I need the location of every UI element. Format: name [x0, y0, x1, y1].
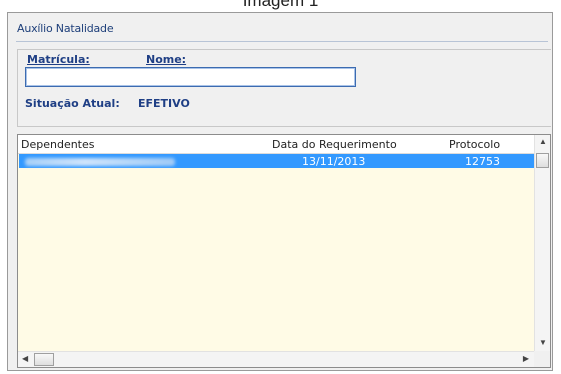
- scroll-right-arrow-icon[interactable]: ▶: [523, 355, 529, 363]
- title-divider: [16, 41, 548, 42]
- horizontal-scrollbar[interactable]: ◀ ▶: [18, 351, 535, 367]
- scroll-up-arrow-icon[interactable]: ▲: [539, 138, 547, 146]
- list-header: Dependentes Data do Requerimento Protoco…: [18, 135, 535, 154]
- matricula-label: Matrícula:: [27, 53, 90, 66]
- matricula-input[interactable]: [25, 67, 356, 87]
- column-header-dependentes[interactable]: Dependentes: [21, 138, 95, 151]
- column-header-protocolo[interactable]: Protocolo: [449, 138, 500, 151]
- window-title: Auxílio Natalidade: [17, 22, 114, 35]
- column-header-data-requerimento[interactable]: Data do Requerimento: [272, 138, 397, 151]
- cell-protocolo: 12753: [465, 155, 500, 168]
- auxilio-natalidade-window: Auxílio Natalidade Matrícula: Nome: Situ…: [7, 12, 553, 371]
- situacao-label: Situação Atual:: [25, 97, 120, 110]
- scroll-down-arrow-icon[interactable]: ▼: [539, 339, 547, 347]
- situacao-value: EFETIVO: [138, 97, 190, 110]
- horizontal-scroll-thumb[interactable]: [34, 353, 54, 366]
- nome-label: Nome:: [146, 53, 187, 66]
- vertical-scroll-thumb[interactable]: [536, 153, 549, 168]
- cell-data-requerimento: 13/11/2013: [302, 155, 366, 168]
- employee-groupbox: [17, 49, 551, 127]
- vertical-scrollbar[interactable]: ▲ ▼: [534, 135, 550, 351]
- redacted-name: [25, 158, 175, 166]
- scroll-left-arrow-icon[interactable]: ◀: [22, 355, 28, 363]
- dependentes-list[interactable]: Dependentes Data do Requerimento Protoco…: [17, 134, 551, 368]
- table-row[interactable]: 13/11/2013 12753: [19, 154, 535, 168]
- size-grip-icon: [534, 351, 550, 367]
